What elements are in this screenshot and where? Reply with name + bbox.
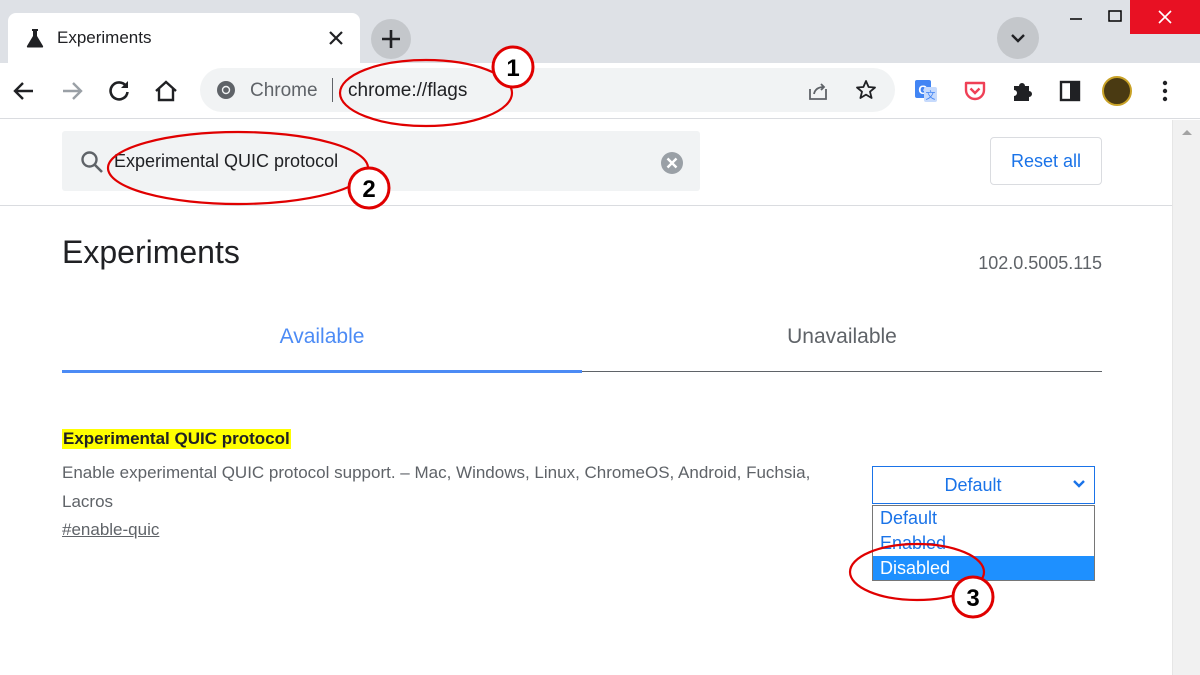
- tab-search-button[interactable]: [997, 17, 1039, 59]
- option-enabled[interactable]: Enabled: [873, 531, 1094, 555]
- svg-text:文: 文: [926, 89, 936, 102]
- flag-description: Enable experimental QUIC protocol suppor…: [62, 463, 811, 511]
- flag-state-select[interactable]: Default: [872, 466, 1095, 504]
- flask-icon: [26, 29, 44, 48]
- tab-title: Experiments: [57, 28, 152, 47]
- flag-name: Experimental QUIC protocol: [62, 429, 291, 449]
- new-tab-button[interactable]: [371, 19, 411, 59]
- side-panel-icon[interactable]: [1057, 78, 1083, 104]
- title-bar: Experiments: [0, 0, 1200, 63]
- reload-icon[interactable]: [105, 77, 133, 105]
- flags-search-box[interactable]: [62, 131, 700, 191]
- omnibox-chip: Chrome: [250, 80, 318, 101]
- plus-icon: [382, 30, 400, 48]
- kebab-menu-icon[interactable]: [1152, 78, 1178, 104]
- avatar[interactable]: [1102, 76, 1132, 106]
- url-text[interactable]: chrome://flags: [348, 80, 467, 102]
- chevron-down-icon: [1011, 34, 1025, 43]
- chevron-down-icon: [1073, 480, 1085, 488]
- flags-page: Reset all Experiments 102.0.5005.115 Ava…: [0, 120, 1172, 675]
- tab-available[interactable]: Available: [62, 325, 582, 349]
- browser-tab[interactable]: Experiments: [8, 13, 360, 63]
- flag-permalink[interactable]: #enable-quic: [62, 520, 159, 540]
- select-dropdown: Default Enabled Disabled: [872, 505, 1095, 581]
- scroll-up-arrow-icon[interactable]: [1181, 128, 1193, 136]
- address-bar[interactable]: Chrome chrome://flags: [200, 68, 895, 112]
- scrollbar[interactable]: [1172, 120, 1200, 675]
- close-icon: [1158, 10, 1172, 24]
- option-disabled[interactable]: Disabled: [873, 556, 1094, 580]
- star-icon[interactable]: [854, 78, 878, 102]
- close-icon[interactable]: [324, 26, 348, 50]
- clear-search-icon[interactable]: [660, 151, 684, 175]
- pocket-icon[interactable]: [962, 78, 988, 104]
- version-label: 102.0.5005.115: [978, 253, 1102, 273]
- arrow-left-icon[interactable]: [10, 77, 38, 105]
- omnibox-separator: [332, 78, 333, 102]
- puzzle-icon[interactable]: [1009, 78, 1035, 104]
- window-close-button[interactable]: [1130, 0, 1200, 34]
- arrow-right-icon[interactable]: [58, 77, 86, 105]
- search-input[interactable]: [114, 146, 654, 176]
- chrome-icon: [217, 81, 235, 99]
- home-icon[interactable]: [152, 77, 180, 105]
- select-value: Default: [944, 475, 1002, 495]
- page-title: Experiments: [62, 234, 240, 270]
- browser-toolbar: Chrome chrome://flags G 文: [0, 63, 1200, 119]
- tab-unavailable[interactable]: Unavailable: [582, 325, 1102, 349]
- google-translate-icon[interactable]: G 文: [913, 78, 939, 104]
- share-icon[interactable]: [806, 79, 830, 103]
- search-header: Reset all: [0, 120, 1172, 206]
- reset-all-button[interactable]: Reset all: [990, 137, 1102, 185]
- option-default[interactable]: Default: [873, 506, 1094, 530]
- active-tab-indicator: [62, 370, 582, 373]
- search-icon: [81, 151, 103, 173]
